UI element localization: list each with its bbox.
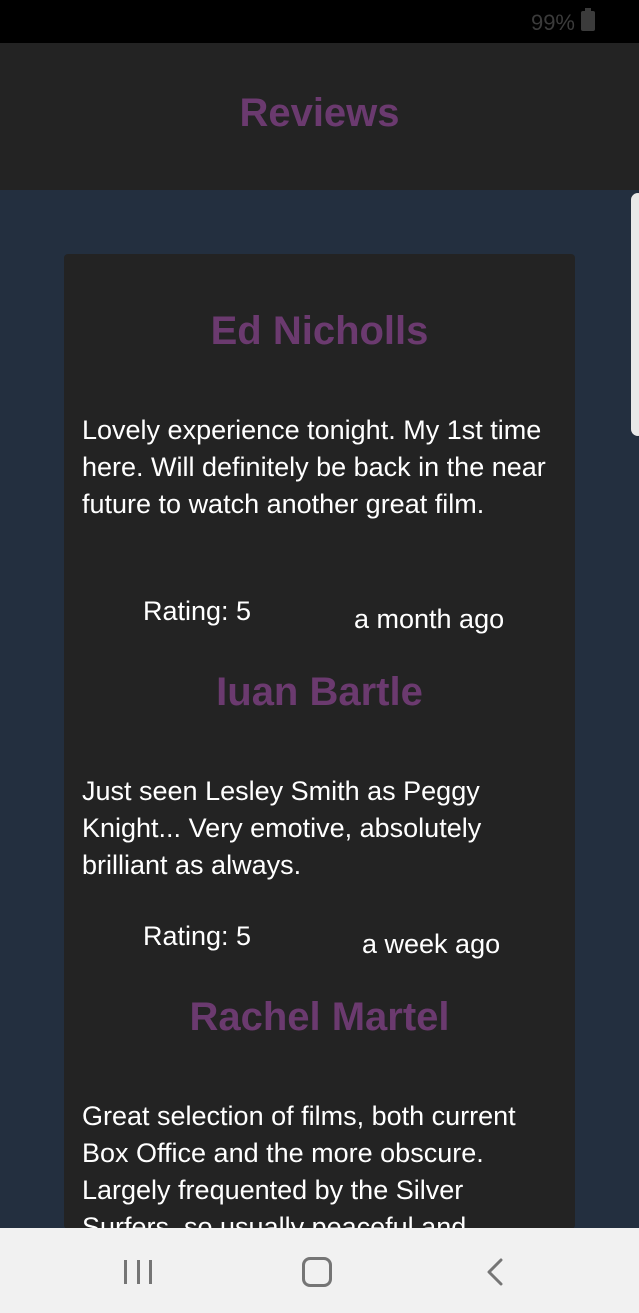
reviews-card: Ed Nicholls Lovely experience tonight. M…	[64, 254, 575, 1229]
home-icon[interactable]	[302, 1257, 332, 1287]
review-author: Iuan Bartle	[216, 670, 423, 714]
review-author: Ed Nicholls	[210, 309, 429, 353]
navigation-bar	[0, 1228, 639, 1313]
review-rating: Rating: 5	[143, 921, 252, 951]
review-text: Just seen Lesley Smith as Peggy Knight..…	[82, 776, 482, 880]
review-text: Great selection of films, both current B…	[82, 1101, 516, 1229]
app-header: Reviews	[0, 43, 639, 190]
back-icon[interactable]	[481, 1257, 511, 1287]
review-text: Lovely experience tonight. My 1st time h…	[82, 415, 546, 519]
battery-icon	[581, 8, 595, 31]
status-bar: 99%	[0, 0, 639, 43]
scrollbar-thumb[interactable]	[631, 193, 639, 436]
review-author: Rachel Martel	[189, 995, 450, 1039]
battery-level: 99%	[530, 10, 575, 35]
page-title: Reviews	[239, 91, 400, 135]
recents-icon[interactable]	[124, 1260, 152, 1284]
review-rating: Rating: 5	[143, 596, 252, 626]
review-date: a month ago	[354, 604, 505, 634]
review-date: a week ago	[362, 929, 501, 959]
